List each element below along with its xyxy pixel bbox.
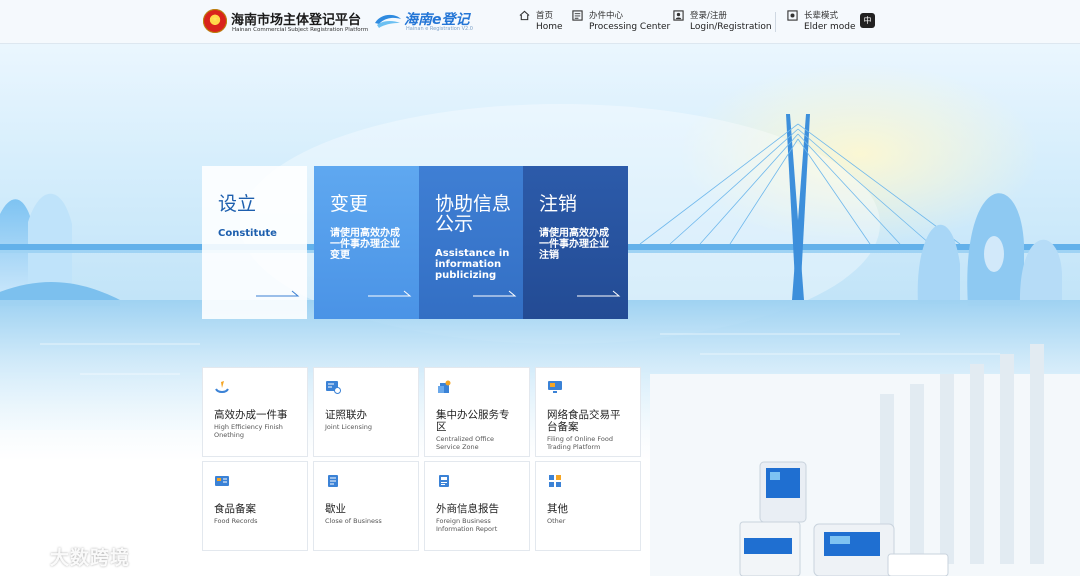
- nav-login-en: Login/Registration: [690, 22, 772, 32]
- card-foreign-info-report[interactable]: 外商信息报告 Foreign Business Information Repo…: [424, 461, 530, 551]
- card-zh: 其他: [547, 503, 568, 515]
- national-emblem-icon: [203, 9, 227, 33]
- language-switch-icon[interactable]: 中: [860, 13, 875, 28]
- tile-assistance-subtitle: Assistance in information publicizing: [435, 248, 510, 281]
- office-zone-icon: [438, 380, 451, 393]
- card-en: Other: [547, 517, 566, 525]
- card-en: Close of Business: [325, 517, 382, 525]
- watermark-logo-icon: [10, 546, 43, 565]
- watermark-text: 大数跨境: [50, 547, 131, 569]
- tile-constitute-subtitle: Constitute: [218, 228, 277, 239]
- card-zh: 外商信息报告: [436, 503, 499, 515]
- card-joint-licensing[interactable]: 证照联办 Joint Licensing: [313, 367, 419, 457]
- site-title: 海南市场主体登记平台: [231, 13, 362, 28]
- food-record-icon: [215, 476, 229, 486]
- card-en: High Efficiency Finish Onething: [214, 423, 283, 439]
- nav-home-zh: 首页: [536, 11, 554, 21]
- nav-divider: [775, 12, 776, 32]
- tile-change-title: 变更: [330, 193, 369, 215]
- nav-home-en: Home: [536, 22, 563, 32]
- nav-elder-en: Elder mode: [804, 22, 856, 32]
- close-business-icon: [328, 475, 338, 487]
- tile-assistance-info-publicizing[interactable]: 协助信息公示 Assistance in information publici…: [419, 166, 524, 319]
- card-zh: 网络食品交易平台备案: [547, 409, 621, 433]
- grid-icon: [549, 475, 561, 487]
- card-high-efficiency[interactable]: 高效办成一件事 High Efficiency Finish Onething: [202, 367, 308, 457]
- card-en: Foreign Business Information Report: [436, 517, 498, 533]
- card-food-records[interactable]: 食品备案 Food Records: [202, 461, 308, 551]
- card-zh: 证照联办: [325, 409, 367, 421]
- card-close-of-business[interactable]: 歇业 Close of Business: [313, 461, 419, 551]
- card-en: Joint Licensing: [325, 423, 372, 431]
- nav-elder-zh: 长辈模式: [804, 11, 839, 21]
- tile-assistance-title: 协助信息公示: [435, 193, 512, 235]
- elder-mode-icon: [787, 10, 798, 21]
- arrow-right-icon: [368, 290, 412, 297]
- home-icon: [519, 10, 530, 21]
- card-online-food-trading[interactable]: 网络食品交易平台备案 Filing of Online Food Trading…: [535, 367, 641, 457]
- nav-processing-en: Processing Center: [589, 22, 671, 32]
- card-zh: 高效办成一件事: [214, 409, 288, 421]
- e-registration-subtitle: Hainan e Registration V2.0: [406, 26, 473, 32]
- top-header: 海南市场主体登记平台 Hainan Commercial Subject Reg…: [0, 0, 1080, 44]
- card-zh: 食品备案: [214, 503, 256, 515]
- card-en: Filing of Online Food Trading Platform: [547, 435, 613, 451]
- card-other[interactable]: 其他 Other: [535, 461, 641, 551]
- tile-change[interactable]: 变更 请使用高效办成一件事办理企业变更: [314, 166, 419, 319]
- user-card-icon: [673, 10, 684, 21]
- card-en: Centralized Office Service Zone: [436, 435, 495, 451]
- nav-processing-zh: 办件中心: [589, 11, 624, 21]
- tile-deregistration-title: 注销: [539, 193, 578, 215]
- arrow-right-icon: [256, 290, 300, 297]
- document-icon: [572, 10, 583, 21]
- site-subtitle: Hainan Commercial Subject Registration P…: [232, 27, 369, 33]
- nav-login-zh: 登录/注册: [690, 11, 727, 21]
- card-en: Food Records: [214, 517, 258, 525]
- arrow-right-icon: [577, 290, 621, 297]
- tile-constitute[interactable]: 设立 Constitute: [202, 166, 307, 319]
- arrow-right-icon: [473, 290, 517, 297]
- monitor-icon: [548, 381, 562, 393]
- tile-deregistration[interactable]: 注销 请使用高效办成一件事办理企业注销: [523, 166, 628, 319]
- foreign-report-icon: [439, 475, 449, 487]
- e-registration-logo-icon: [375, 14, 401, 28]
- one-thing-icon: [215, 381, 229, 393]
- tile-change-subtitle: 请使用高效办成一件事办理企业变更: [330, 228, 400, 261]
- tile-constitute-title: 设立: [218, 193, 257, 215]
- card-zh: 集中办公服务专区: [436, 409, 510, 433]
- tile-deregistration-subtitle: 请使用高效办成一件事办理企业注销: [539, 228, 609, 261]
- card-centralized-office[interactable]: 集中办公服务专区 Centralized Office Service Zone: [424, 367, 530, 457]
- card-zh: 歇业: [325, 503, 346, 515]
- license-icon: [326, 381, 341, 394]
